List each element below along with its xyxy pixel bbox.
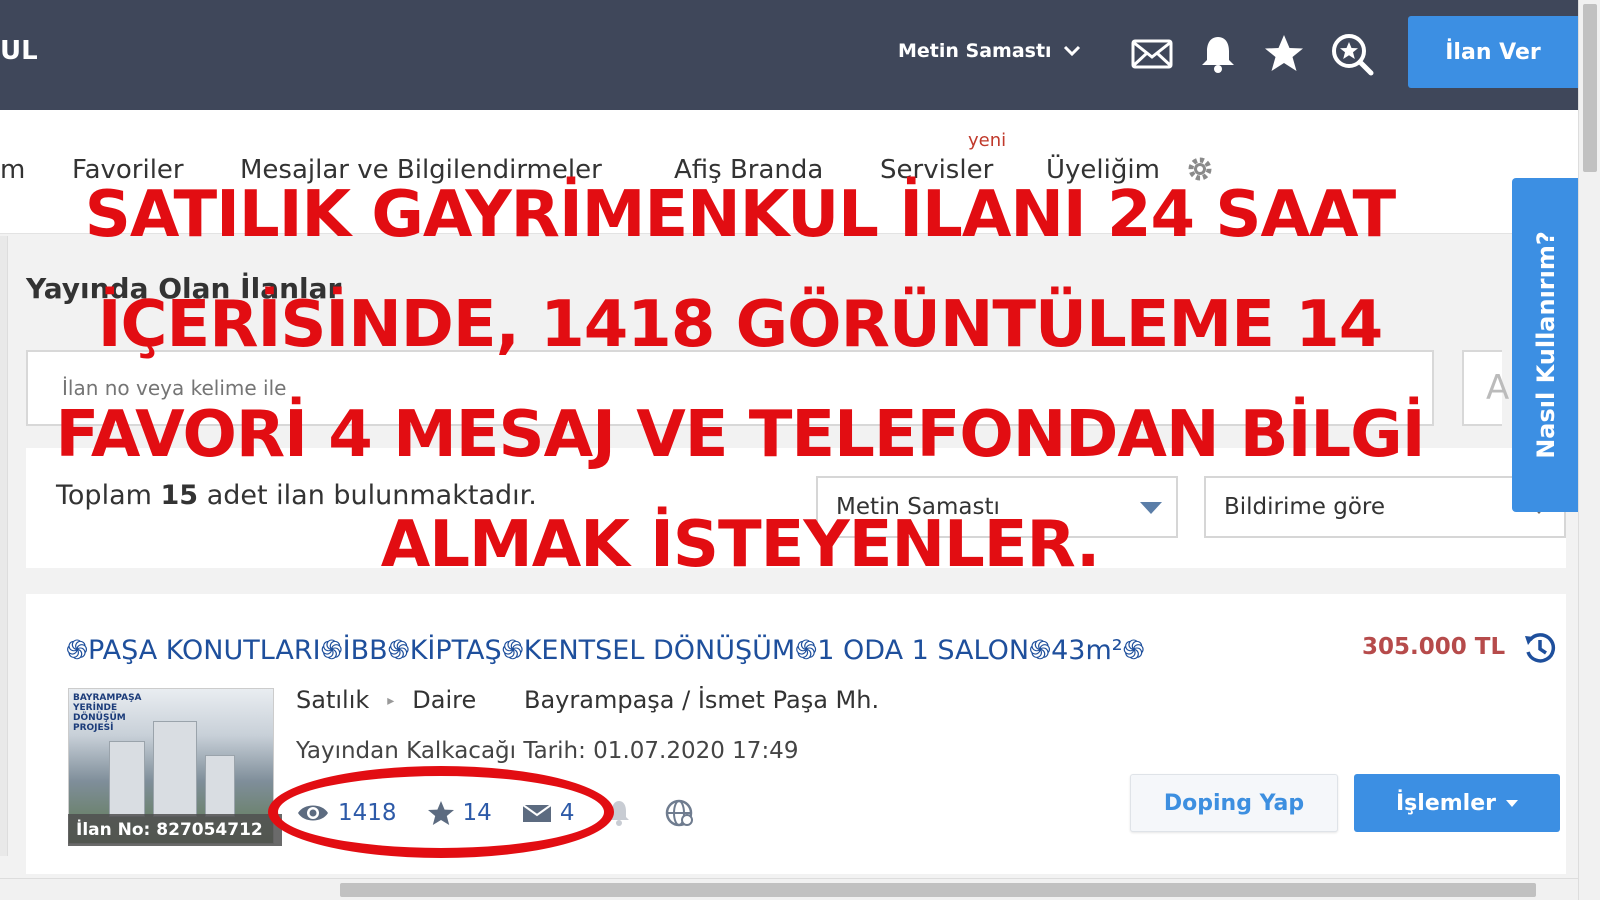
new-badge: yeni	[968, 130, 1007, 151]
horizontal-scroll-thumb[interactable]	[340, 883, 1536, 897]
actions-label: İşlemler	[1396, 790, 1496, 816]
mail-icon[interactable]	[1130, 32, 1174, 76]
help-tab-label: Nasıl Kullanırım?	[1532, 231, 1560, 459]
listing-expiry: Yayından Kalkacağı Tarih: 01.07.2020 17:…	[296, 738, 798, 764]
left-panel-edge	[0, 236, 8, 856]
actions-button[interactable]: İşlemler	[1354, 774, 1560, 832]
user-menu[interactable]: Metin Samastı	[898, 40, 1082, 62]
vertical-scrollbar[interactable]	[1578, 0, 1600, 900]
chevron-down-icon	[1063, 45, 1080, 57]
listing-title[interactable]: ֍PAŞA KONUTLARI֍İBB֍KİPTAŞ֍KENTSEL DÖNÜŞ…	[66, 630, 1145, 667]
help-tab[interactable]: Nasıl Kullanırım?	[1512, 178, 1580, 512]
search-star-icon[interactable]	[1330, 32, 1374, 76]
star-icon[interactable]	[1262, 32, 1306, 76]
search-button[interactable]: A	[1462, 350, 1509, 426]
highlight-ring	[268, 766, 614, 858]
overlay-line: İÇERİSİNDE, 1418 GÖRÜNTÜLEME 14	[97, 288, 1384, 362]
thumbnail-caption: BAYRAMPAŞA YERİNDE DÖNÜŞÜM PROJESİ	[73, 693, 142, 733]
overlay-headline: SATILIK GAYRİMENKUL İLANI 24 SAAT İÇERİS…	[20, 160, 1460, 600]
bell-icon[interactable]	[1196, 32, 1240, 76]
listing-card: ֍PAŞA KONUTLARI֍İBB֍KİPTAŞ֍KENTSEL DÖNÜŞ…	[26, 594, 1566, 874]
globe-icon[interactable]	[664, 798, 694, 828]
caret-down-icon	[1505, 799, 1518, 807]
brand-logo[interactable]: UL	[0, 36, 38, 66]
chevron-right-icon: ▸	[387, 693, 395, 709]
listing-number: İlan No: 827054712	[68, 814, 282, 846]
listing-type: Satılık	[296, 686, 370, 714]
history-icon[interactable]	[1522, 630, 1558, 666]
vertical-scroll-thumb[interactable]	[1583, 4, 1597, 172]
overlay-line: SATILIK GAYRİMENKUL İLANI 24 SAAT	[84, 178, 1396, 252]
overlay-line: ALMAK İSTEYENLER.	[380, 508, 1101, 582]
doping-button[interactable]: Doping Yap	[1130, 774, 1338, 832]
user-name: Metin Samastı	[898, 40, 1052, 62]
listing-price: 305.000 TL	[1362, 634, 1506, 660]
overlay-line: FAVORİ 4 MESAJ VE TELEFONDAN BİLGİ	[55, 398, 1426, 472]
listing-number-value: 827054712	[156, 820, 263, 840]
expiry-value: 01.07.2020 17:49	[593, 738, 799, 764]
top-bar: UL Metin Samastı İlan Ver	[0, 0, 1578, 110]
listing-category: Daire	[412, 686, 477, 714]
horizontal-scrollbar[interactable]	[0, 878, 1578, 900]
listing-breadcrumb: Satılık ▸ Daire	[296, 686, 476, 714]
listing-number-label: İlan No:	[76, 820, 151, 840]
expiry-label: Yayından Kalkacağı Tarih:	[296, 738, 586, 764]
listing-location: Bayrampaşa / İsmet Paşa Mh.	[524, 686, 880, 714]
post-listing-button[interactable]: İlan Ver	[1408, 16, 1578, 88]
